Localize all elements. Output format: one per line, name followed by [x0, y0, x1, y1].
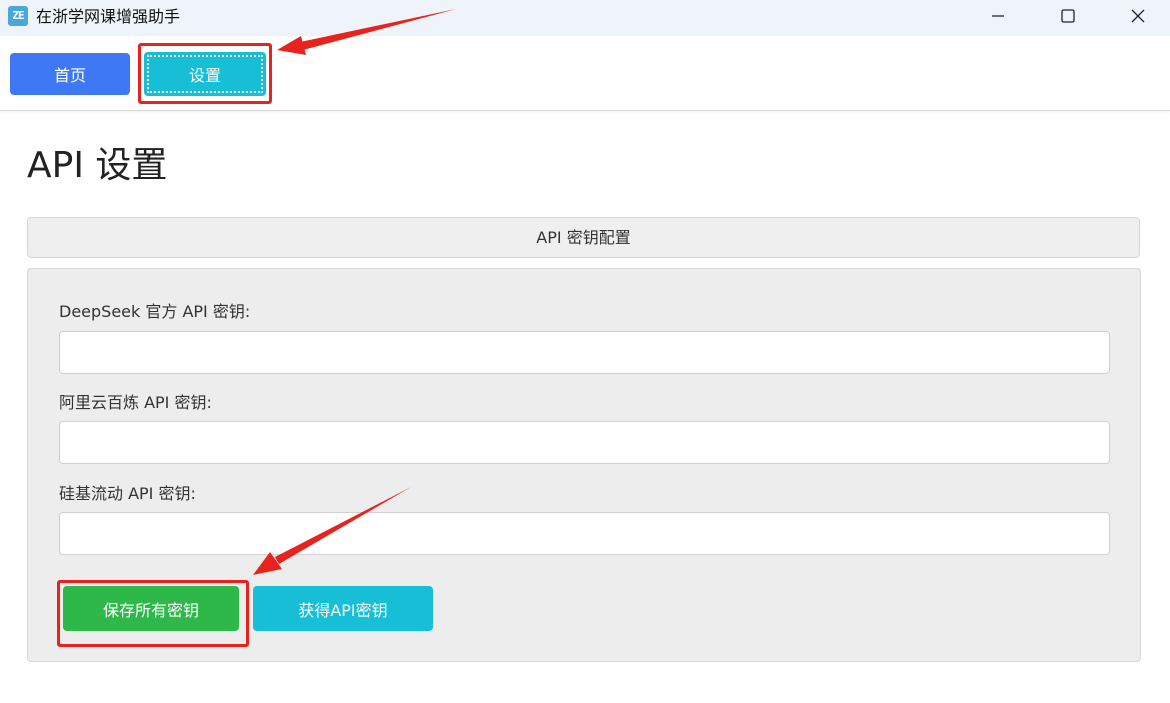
- window-title: 在浙学网课增强助手: [36, 7, 181, 26]
- aliyun-bailian-key-label: 阿里云百炼 API 密钥:: [59, 393, 212, 412]
- close-button[interactable]: [1103, 0, 1170, 32]
- nav-bar: 首页 设置: [0, 36, 1170, 111]
- home-button[interactable]: 首页: [10, 53, 130, 95]
- minimize-icon: [992, 15, 1004, 17]
- maximize-button[interactable]: [1033, 0, 1103, 32]
- app-icon: ZE: [8, 6, 28, 26]
- siliconflow-key-label: 硅基流动 API 密钥:: [59, 484, 196, 503]
- get-api-key-button[interactable]: 获得API密钥: [253, 586, 433, 631]
- title-bar: ZE 在浙学网课增强助手: [0, 0, 1170, 36]
- deepseek-key-input[interactable]: [59, 331, 1110, 374]
- siliconflow-key-input[interactable]: [59, 512, 1110, 555]
- settings-button[interactable]: 设置: [144, 52, 266, 96]
- deepseek-key-label: DeepSeek 官方 API 密钥:: [59, 302, 251, 321]
- minimize-button[interactable]: [963, 0, 1033, 32]
- api-key-panel: DeepSeek 官方 API 密钥: 阿里云百炼 API 密钥: 硅基流动 A…: [27, 268, 1141, 662]
- page-title: API 设置: [27, 145, 168, 186]
- maximize-icon: [1061, 9, 1075, 23]
- section-header-api-keys: API 密钥配置: [27, 217, 1140, 258]
- aliyun-bailian-key-input[interactable]: [59, 421, 1110, 464]
- save-all-keys-button[interactable]: 保存所有密钥: [63, 586, 239, 631]
- close-icon: [1131, 9, 1145, 23]
